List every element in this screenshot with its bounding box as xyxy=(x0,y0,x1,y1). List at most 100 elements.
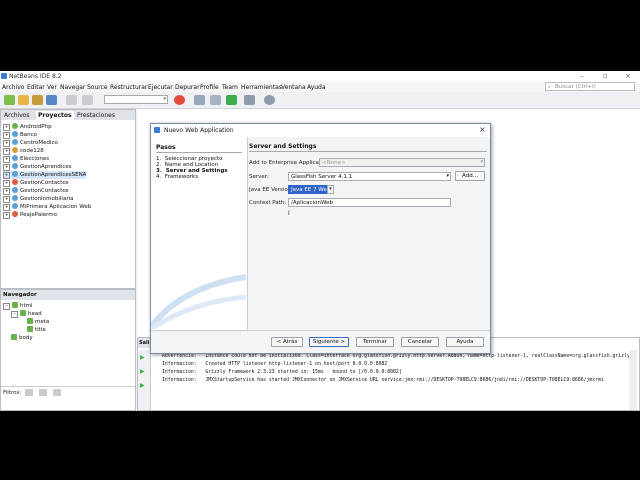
menu-herramientas[interactable]: Herramientas xyxy=(241,84,282,91)
new-project-icon[interactable] xyxy=(18,95,29,105)
menu-profile[interactable]: Profile xyxy=(200,84,219,91)
close-icon[interactable]: × xyxy=(479,125,486,134)
tab-archivos[interactable]: Archivos xyxy=(2,111,32,120)
add-server-button[interactable]: Add... xyxy=(455,171,485,181)
tree-node-html[interactable]: − html xyxy=(3,302,33,310)
list-item[interactable]: + MiPrimera Aplicacion Web xyxy=(3,203,91,211)
project-icon xyxy=(12,163,18,169)
filter-icon[interactable] xyxy=(53,389,61,396)
list-item[interactable]: + GestionContactos xyxy=(3,187,69,195)
list-item[interactable]: + AndroidPhp xyxy=(3,123,52,131)
search-placeholder: Buscar (Ctrl+I) xyxy=(555,84,596,90)
tab-prestaciones[interactable]: Prestaciones xyxy=(75,111,117,120)
cancel-button[interactable]: Cancelar xyxy=(401,337,439,347)
tree-node-head[interactable]: − head xyxy=(11,310,42,318)
form-panel: Server and Settings Add to Enterprise Ap… xyxy=(247,137,490,330)
output-scrollbar[interactable] xyxy=(629,350,637,410)
chevron-down-icon: ▾ xyxy=(327,185,334,194)
debug-icon[interactable] xyxy=(244,95,255,105)
minimize-icon[interactable]: – xyxy=(580,72,584,80)
build-icon[interactable] xyxy=(194,95,205,105)
menu-ver[interactable]: Ver xyxy=(47,84,57,91)
open-project-icon[interactable] xyxy=(32,95,43,105)
run-icon[interactable] xyxy=(226,95,237,105)
filter-bar: Filtros: xyxy=(1,386,135,399)
list-item[interactable]: + GestionInmobiliaria xyxy=(3,195,73,203)
search-icon: ⌕ xyxy=(548,84,551,90)
dialog-footer: < Atrás Siguiente > Terminar Cancelar Ay… xyxy=(151,330,490,354)
tree-node-body[interactable]: body xyxy=(11,334,33,341)
project-icon xyxy=(12,123,18,129)
list-item[interactable]: + CentroMedico xyxy=(3,139,58,147)
finish-button[interactable]: Terminar xyxy=(356,337,394,347)
server-select[interactable]: GlassFish Server 4.1.1 ▾ xyxy=(288,172,451,181)
filter-icon[interactable] xyxy=(25,389,33,396)
list-item[interactable]: + Elecciones xyxy=(3,155,49,163)
tab-proyectos[interactable]: Proyectos xyxy=(36,111,74,120)
output-line: Informacion: Created HTTP listener http-… xyxy=(162,362,388,367)
new-web-app-dialog: Nuevo Web Application × Pasos 1. Selecci… xyxy=(150,123,491,354)
javaee-label: Java EE Version: xyxy=(249,187,294,193)
divider xyxy=(156,152,242,153)
list-item[interactable]: + Banco xyxy=(3,131,37,139)
play-icon[interactable]: ▶ xyxy=(140,382,145,389)
javaee-select[interactable]: Java EE 7 Web ▾ xyxy=(288,185,334,194)
redo-icon[interactable] xyxy=(82,95,93,105)
title-bar: NetBeans IDE 8.2 – ▫ × xyxy=(0,71,640,82)
back-button[interactable]: < Atrás xyxy=(271,337,303,347)
help-button[interactable]: Ayuda xyxy=(446,337,484,347)
chevron-down-icon: ▾ xyxy=(480,159,483,165)
menu-ayuda[interactable]: Ayuda xyxy=(307,84,326,91)
menu-restructurar[interactable]: Restructurar xyxy=(110,84,147,91)
menu-navegar[interactable]: Navegar xyxy=(60,84,85,91)
toolbar xyxy=(0,92,640,109)
browser-icon[interactable] xyxy=(174,95,185,105)
menu-editar[interactable]: Editar xyxy=(27,84,45,91)
navigator-panel: Navegador − html − head meta title body Fi… xyxy=(0,289,136,411)
close-icon[interactable]: × xyxy=(625,72,631,80)
enterprise-select[interactable]: <None> ▾ xyxy=(319,158,485,167)
search-input[interactable]: ⌕ Buscar (Ctrl+I) xyxy=(545,82,635,91)
menu-bar: Archivo Editar Ver Navegar Source Restru… xyxy=(0,82,640,92)
rerun-icon[interactable]: ▶ xyxy=(140,354,145,361)
list-item[interactable]: + GestionAprendices xyxy=(3,163,72,171)
menu-depurar[interactable]: Depurar xyxy=(175,84,200,91)
context-label: Context Path: xyxy=(249,200,287,206)
menu-archivo[interactable]: Archivo xyxy=(2,84,24,91)
save-all-icon[interactable] xyxy=(46,95,57,105)
context-path-input[interactable]: /AplicacionWeb xyxy=(288,198,451,207)
project-icon xyxy=(12,211,18,217)
new-file-icon[interactable] xyxy=(4,95,15,105)
undo-icon[interactable] xyxy=(66,95,77,105)
tag-icon xyxy=(12,302,18,308)
menu-ventana[interactable]: Ventana xyxy=(281,84,306,91)
next-button[interactable]: Siguiente > xyxy=(309,337,349,347)
run-again-icon[interactable]: ▶ xyxy=(140,368,145,375)
filter-label: Filtros: xyxy=(3,390,22,396)
menu-source[interactable]: Source xyxy=(87,84,108,91)
menu-ejecutar[interactable]: Ejecutar xyxy=(148,84,173,91)
output-line: Informacion: JMXStartupService has start… xyxy=(162,378,604,383)
project-icon xyxy=(12,187,18,193)
step-4: 4. Frameworks xyxy=(156,174,199,180)
projects-panel: Archivos Proyectos Prestaciones + Android… xyxy=(0,109,136,289)
maximize-icon[interactable]: ▫ xyxy=(603,72,608,80)
configuration-combo[interactable]: ▾ xyxy=(104,95,168,104)
project-icon xyxy=(12,139,18,145)
clean-build-icon[interactable] xyxy=(210,95,221,105)
output-sidebar: ▶ ▶ ▶ xyxy=(138,350,151,410)
project-icon xyxy=(12,155,18,161)
list-item[interactable]: + PeajePalermo xyxy=(3,211,57,219)
list-item[interactable]: + GestionContactos xyxy=(3,179,69,187)
menu-team[interactable]: Team xyxy=(222,84,238,91)
filter-icon[interactable] xyxy=(39,389,47,396)
project-icon xyxy=(12,203,18,209)
output-tab[interactable]: Sali xyxy=(138,338,150,348)
tree-node-title[interactable]: title xyxy=(27,326,46,333)
list-item[interactable]: + code128 xyxy=(3,147,44,155)
list-item-selected[interactable]: + GestionAprendicesSENA xyxy=(3,171,87,179)
projects-tabs: Archivos Proyectos Prestaciones xyxy=(1,110,135,120)
tree-node-meta[interactable]: meta xyxy=(27,318,49,325)
server-label: Server: xyxy=(249,174,269,180)
profile-icon[interactable] xyxy=(264,95,275,105)
